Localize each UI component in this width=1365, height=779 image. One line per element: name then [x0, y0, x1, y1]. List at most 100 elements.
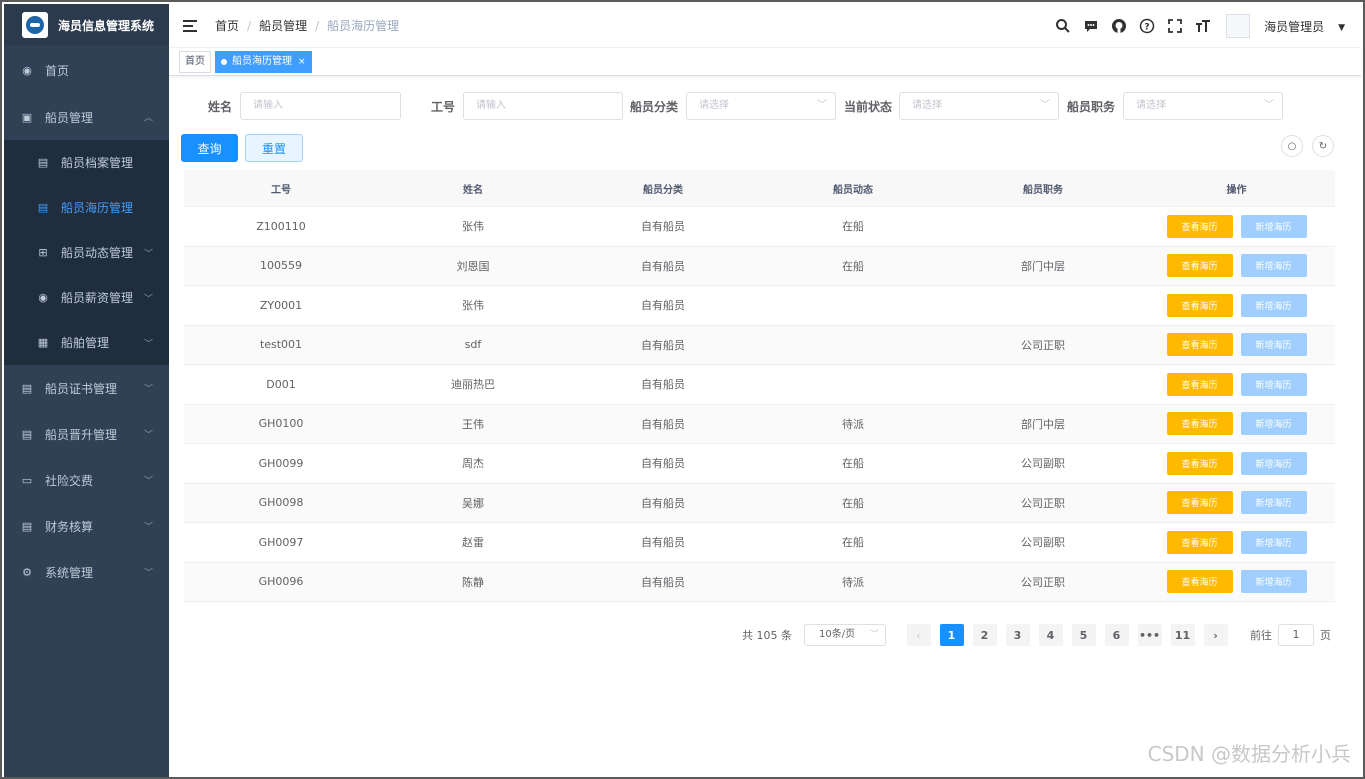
table-row: GH0099 周杰 自有船员 在船 公司副职 查看海历 新增海历	[184, 444, 1335, 484]
goto-page-input[interactable]: 1	[1278, 624, 1314, 646]
hamburger-icon[interactable]	[183, 19, 197, 32]
gear-icon: ⚙	[22, 565, 32, 579]
page-button[interactable]: 1	[939, 624, 964, 646]
column-header: 船员职务	[1023, 184, 1063, 196]
position-select[interactable]: 请选择 ﹀	[1123, 92, 1283, 120]
cell-dynamic: 待派	[842, 417, 864, 431]
cell-category: 自有船员	[641, 496, 685, 510]
view-history-button[interactable]: 查看海历	[1166, 372, 1233, 396]
page-button[interactable]: 6	[1104, 624, 1129, 646]
view-history-button[interactable]: 查看海历	[1166, 293, 1233, 317]
chevron-down-icon: ﹀	[143, 430, 153, 441]
username[interactable]: 海员管理员	[1264, 18, 1324, 35]
add-history-button[interactable]: 新增海历	[1240, 491, 1307, 515]
sidebar-item-insurance[interactable]: ▭ 社险交费 ﹀	[4, 457, 169, 503]
sidebar-item-label: 系统管理	[45, 565, 94, 580]
sidebar-item-finance[interactable]: ▤ 财务核算 ﹀	[4, 503, 169, 549]
cell-name: 张伟	[462, 220, 484, 234]
more-pages-button[interactable]: •••	[1137, 624, 1162, 646]
sidebar-item-promotion[interactable]: ▤ 船员晋升管理 ﹀	[4, 411, 169, 457]
page-button[interactable]: 5	[1071, 624, 1096, 646]
cell-name: 周杰	[462, 457, 484, 471]
sidebar-item-ship[interactable]: ▦ 船舶管理 ﹀	[4, 320, 169, 365]
sidebar-item-label: 社险交费	[45, 473, 94, 488]
chat-icon[interactable]	[1082, 17, 1100, 35]
add-history-button[interactable]: 新增海历	[1240, 372, 1307, 396]
fullscreen-icon[interactable]	[1166, 17, 1184, 35]
page-size-select[interactable]: 10条/页 ﹀	[804, 624, 886, 646]
refresh-icon[interactable]: ↻	[1312, 135, 1334, 157]
sidebar-item-home[interactable]: ◉ 首页	[4, 46, 169, 94]
table-header: 工号 姓名 船员分类 船员动态 船员职务 操作	[184, 170, 1335, 207]
dashboard-icon: ◉	[22, 63, 32, 77]
cell-employee-id: GH0100	[258, 417, 304, 431]
view-history-button[interactable]: 查看海历	[1166, 491, 1233, 515]
view-history-button[interactable]: 查看海历	[1166, 254, 1233, 278]
add-history-button[interactable]: 新增海历	[1240, 254, 1307, 278]
add-history-button[interactable]: 新增海历	[1240, 214, 1307, 238]
cell-position: 部门中层	[1021, 417, 1065, 431]
sidebar-item-sea-history[interactable]: ▤ 船员海历管理	[4, 185, 169, 230]
add-history-button[interactable]: 新增海历	[1240, 570, 1307, 594]
table-body: Z100110 张伟 自有船员 在船 查看海历 新增海历 100559 刘恩国 自有船员 在船 部门…	[184, 207, 1335, 602]
tag-home[interactable]: 首页	[179, 50, 211, 73]
add-history-button[interactable]: 新增海历	[1240, 293, 1307, 317]
logo-icon	[22, 12, 48, 38]
font-size-icon[interactable]	[1194, 17, 1212, 35]
close-icon[interactable]: ×	[298, 52, 306, 72]
app-window: 海员信息管理系统 ◉ 首页 ▣ 船员管理 ︿ ▤ 船员档案管理 ▤ 船员海历管理…	[0, 0, 1365, 779]
sidebar-item-label: 船员动态管理	[61, 246, 134, 260]
next-page-button[interactable]: ›	[1203, 624, 1228, 646]
sidebar-item-certificate[interactable]: ▤ 船员证书管理 ﹀	[4, 365, 169, 411]
view-history-button[interactable]: 查看海历	[1166, 412, 1233, 436]
breadcrumb-crew[interactable]: 船员管理	[259, 17, 307, 34]
reset-button[interactable]: 重置	[245, 134, 303, 162]
tags-view: 首页 船员海历管理 ×	[169, 48, 1361, 76]
status-select[interactable]: 请选择 ﹀	[899, 92, 1059, 120]
page-button[interactable]: 2	[972, 624, 997, 646]
search-icon[interactable]	[1054, 17, 1072, 35]
view-history-button[interactable]: 查看海历	[1166, 214, 1233, 238]
help-icon[interactable]: ?	[1138, 17, 1156, 35]
sidebar-item-label: 船员档案管理	[61, 156, 134, 170]
page-button[interactable]: 11	[1170, 624, 1195, 646]
view-history-button[interactable]: 查看海历	[1166, 451, 1233, 475]
add-history-button[interactable]: 新增海历	[1240, 530, 1307, 554]
app-title: 海员信息管理系统	[58, 18, 155, 33]
cell-category: 自有船员	[641, 457, 685, 471]
id-field-group: 工号	[431, 92, 455, 120]
page-button[interactable]: 4	[1038, 624, 1063, 646]
avatar[interactable]	[1226, 14, 1251, 38]
page-button[interactable]: 3	[1005, 624, 1030, 646]
github-icon[interactable]	[1110, 17, 1128, 35]
tag-label: 船员海历管理	[232, 55, 292, 67]
category-select[interactable]: 请选择 ﹀	[686, 92, 836, 120]
sidebar-item-label: 船舶管理	[61, 336, 110, 350]
view-history-button[interactable]: 查看海历	[1166, 333, 1233, 357]
sidebar-item-crew-dynamics[interactable]: ⊞ 船员动态管理 ﹀	[4, 230, 169, 275]
view-history-button[interactable]: 查看海历	[1166, 530, 1233, 554]
sidebar-item-crew[interactable]: ▣ 船员管理 ︿	[4, 94, 169, 140]
cell-dynamic: 在船	[842, 536, 864, 550]
app-logo[interactable]: 海员信息管理系统	[4, 4, 169, 46]
query-button[interactable]: 查询	[181, 134, 238, 162]
chevron-down-icon: ﹀	[143, 339, 153, 349]
add-history-button[interactable]: 新增海历	[1240, 333, 1307, 357]
breadcrumb-home[interactable]: 首页	[215, 17, 239, 34]
sidebar-item-crew-records[interactable]: ▤ 船员档案管理	[4, 140, 169, 185]
prev-page-button[interactable]: ‹	[906, 624, 931, 646]
id-input[interactable]: 请输入	[463, 92, 623, 120]
name-input[interactable]: 请输入	[240, 92, 401, 120]
tag-sea-history[interactable]: 船员海历管理 ×	[215, 50, 312, 73]
view-history-button[interactable]: 查看海历	[1166, 570, 1233, 594]
add-history-button[interactable]: 新增海历	[1240, 412, 1307, 436]
search-toggle-icon[interactable]: ○	[1281, 135, 1303, 157]
server-icon: ▦	[37, 336, 49, 349]
main-content: 首页 / 船员管理 / 船员海历管理 ? 海员管理员 ▼ 首页 船员海历管理 ×…	[169, 4, 1361, 775]
sidebar-item-system[interactable]: ⚙ 系统管理 ﹀	[4, 549, 169, 595]
add-history-button[interactable]: 新增海历	[1240, 451, 1307, 475]
sidebar-item-crew-salary[interactable]: ◉ 船员薪资管理 ﹀	[4, 275, 169, 320]
table-row: D001 迪丽热巴 自有船员 查看海历 新增海历	[184, 365, 1335, 405]
cell-employee-id: GH0099	[258, 456, 304, 470]
caret-down-icon[interactable]: ▼	[1338, 23, 1345, 33]
